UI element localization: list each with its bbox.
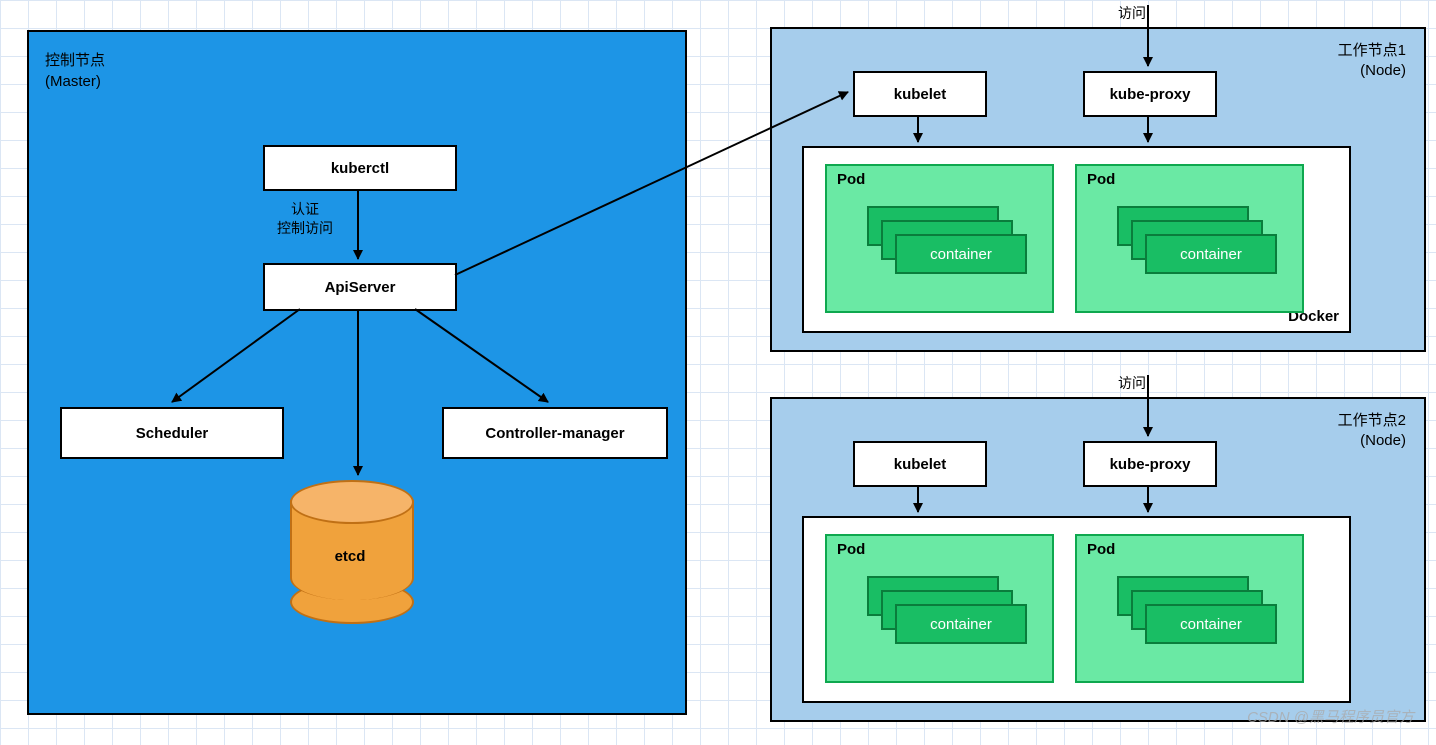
container-front-2b: container [1145, 604, 1277, 644]
kubeproxy-box-1: kube-proxy [1083, 71, 1217, 117]
pod-1b-label: Pod [1087, 171, 1115, 188]
pod-1a: Pod container [825, 164, 1054, 313]
kubectl-label: kuberctl [331, 160, 389, 177]
apiserver-label: ApiServer [325, 279, 396, 296]
worker2-title: 工作节点2 (Node) [1338, 411, 1406, 452]
pod-2b: Pod container [1075, 534, 1304, 683]
kubelet-box-2: kubelet [853, 441, 987, 487]
scheduler-box: Scheduler [60, 407, 284, 459]
pod-2b-label: Pod [1087, 541, 1115, 558]
container-text: container [930, 616, 992, 633]
auth-line1: 认证 [291, 201, 319, 217]
controller-label: Controller-manager [485, 425, 624, 442]
kubectl-box: kuberctl [263, 145, 457, 191]
master-title-line2: (Master) [45, 73, 101, 90]
kubeproxy-label-2: kube-proxy [1110, 456, 1191, 473]
controller-box: Controller-manager [442, 407, 668, 459]
kubelet-box-1: kubelet [853, 71, 987, 117]
diagram-stage: 控制节点 (Master) kuberctl 认证 控制访问 ApiServer… [0, 0, 1436, 745]
auth-label: 认证 控制访问 [275, 200, 335, 238]
master-title: 控制节点 (Master) [45, 50, 105, 92]
pod-1a-label: Pod [837, 171, 865, 188]
container-front-1a: container [895, 234, 1027, 274]
container-text: container [1180, 246, 1242, 263]
master-title-line1: 控制节点 [45, 52, 105, 69]
container-text: container [1180, 616, 1242, 633]
worker2-title-line1: 工作节点2 [1338, 412, 1406, 429]
kubelet-label-1: kubelet [894, 86, 947, 103]
pod-2a: Pod container [825, 534, 1054, 683]
pod-2a-label: Pod [837, 541, 865, 558]
scheduler-label: Scheduler [136, 425, 209, 442]
container-text: container [930, 246, 992, 263]
worker1-title-line1: 工作节点1 [1338, 42, 1406, 59]
kubelet-label-2: kubelet [894, 456, 947, 473]
container-front-1b: container [1145, 234, 1277, 274]
pod-1b: Pod container [1075, 164, 1304, 313]
container-front-2a: container [895, 604, 1027, 644]
auth-line2: 控制访问 [277, 220, 333, 236]
worker1-title-line2: (Node) [1360, 62, 1406, 79]
etcd-label: etcd [290, 548, 410, 565]
etcd-cylinder: etcd [290, 480, 414, 630]
apiserver-box: ApiServer [263, 263, 457, 311]
watermark: CSDN @黑马程序员官方 [1247, 706, 1414, 727]
access-label-1: 访问 [1118, 4, 1146, 23]
access-label-2: 访问 [1118, 374, 1146, 393]
worker1-title: 工作节点1 (Node) [1338, 41, 1406, 82]
kubeproxy-label-1: kube-proxy [1110, 86, 1191, 103]
kubeproxy-box-2: kube-proxy [1083, 441, 1217, 487]
cylinder-top [290, 480, 414, 524]
worker2-title-line2: (Node) [1360, 432, 1406, 449]
